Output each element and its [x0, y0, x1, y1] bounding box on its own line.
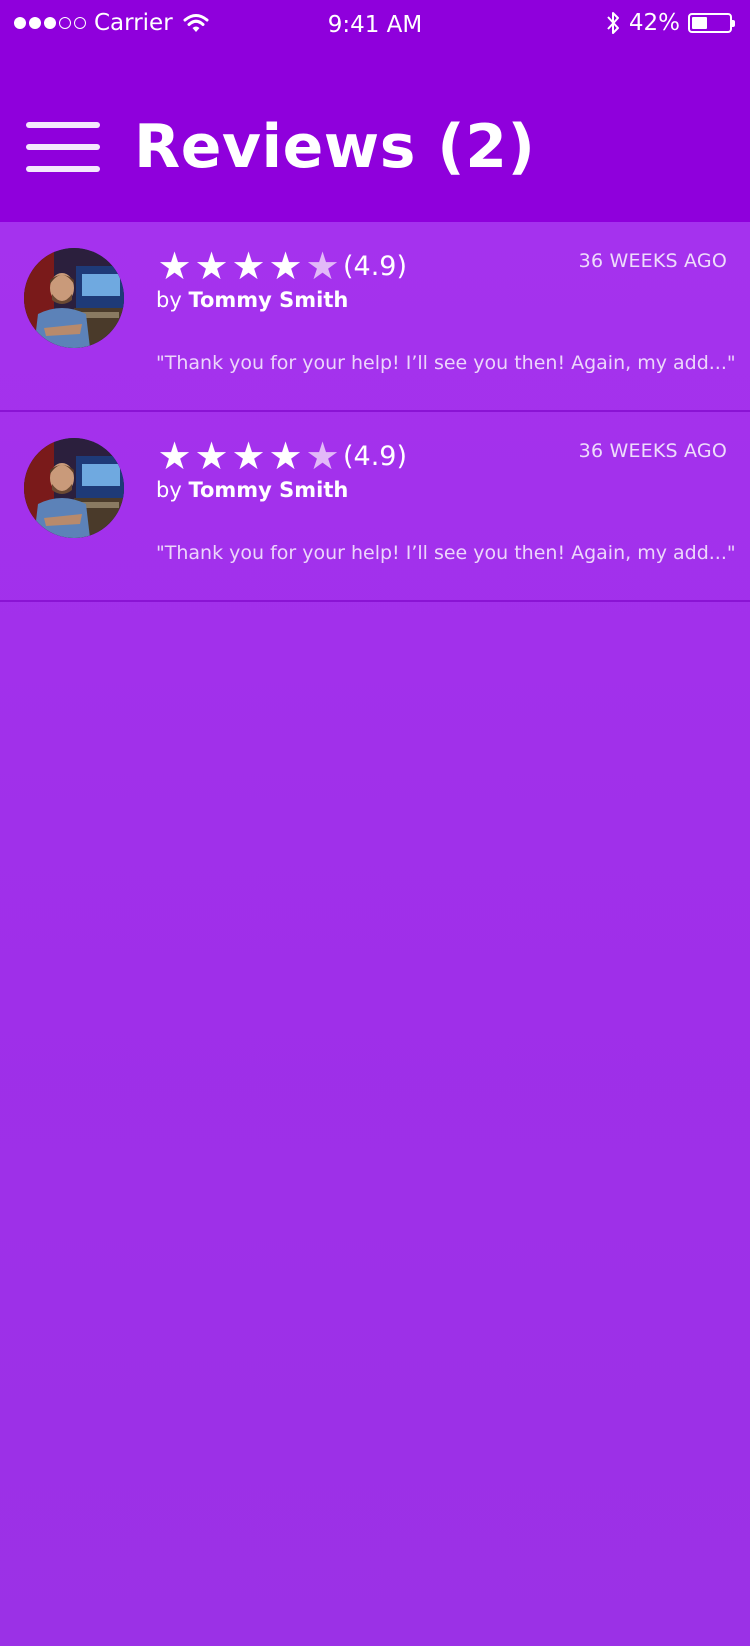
app-header: Carrier 9:41 AM 42% Reviews (2) — [0, 0, 750, 222]
hamburger-menu-icon[interactable] — [26, 122, 100, 172]
review-list: ★ ★ ★ ★ ★ (4.9) 36 WEEKS AGO by Tommy Sm… — [0, 222, 750, 602]
status-bar: Carrier 9:41 AM 42% — [0, 0, 750, 52]
by-label: by — [156, 478, 182, 502]
review-text: "Thank you for your help! I’ll see you t… — [156, 542, 736, 564]
bluetooth-icon — [607, 12, 619, 34]
battery-icon — [688, 13, 735, 33]
star-icon: ★ — [231, 434, 266, 478]
star-icon: ★ — [231, 244, 266, 288]
avatar[interactable] — [24, 438, 124, 538]
review-item[interactable]: ★ ★ ★ ★ ★ (4.9) 36 WEEKS AGO by Tommy Sm… — [0, 412, 750, 602]
star-rating: ★ ★ ★ ★ ★ (4.9) — [156, 434, 407, 478]
star-icon: ★ — [194, 244, 229, 288]
menu-line — [26, 144, 100, 150]
review-author: by Tommy Smith — [156, 288, 348, 312]
battery-percent: 42% — [628, 10, 680, 36]
review-time: 36 WEEKS AGO — [578, 440, 727, 462]
menu-line — [26, 166, 100, 172]
star-rating: ★ ★ ★ ★ ★ (4.9) — [156, 244, 407, 288]
author-name[interactable]: Tommy Smith — [188, 288, 348, 312]
avatar[interactable] — [24, 248, 124, 348]
star-icon: ★ — [157, 434, 192, 478]
review-item[interactable]: ★ ★ ★ ★ ★ (4.9) 36 WEEKS AGO by Tommy Sm… — [0, 222, 750, 412]
rating-value: (4.9) — [343, 250, 408, 282]
star-icon: ★ — [194, 434, 229, 478]
author-name[interactable]: Tommy Smith — [188, 478, 348, 502]
by-label: by — [156, 288, 182, 312]
avatar-photo — [24, 248, 124, 348]
star-half-icon: ★ — [305, 434, 340, 478]
review-time: 36 WEEKS AGO — [578, 250, 727, 272]
battery-cap — [732, 20, 735, 27]
review-text: "Thank you for your help! I’ll see you t… — [156, 352, 736, 374]
rating-value: (4.9) — [343, 440, 408, 472]
status-right: 42% — [605, 10, 735, 36]
avatar-photo — [24, 438, 124, 538]
star-icon: ★ — [157, 244, 192, 288]
battery-level — [692, 17, 708, 29]
review-author: by Tommy Smith — [156, 478, 348, 502]
star-icon: ★ — [268, 244, 303, 288]
star-half-icon: ★ — [305, 244, 340, 288]
star-icon: ★ — [268, 434, 303, 478]
page-title: Reviews (2) — [134, 112, 536, 182]
menu-line — [26, 122, 100, 128]
